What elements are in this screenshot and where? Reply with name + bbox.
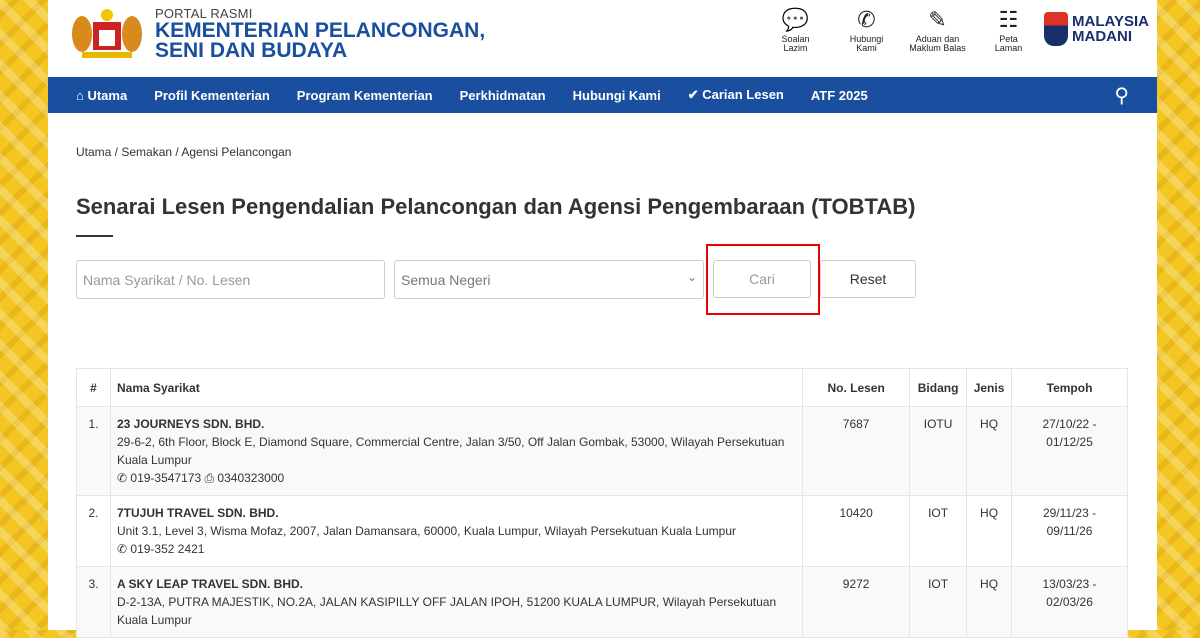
nav-item[interactable]: Hubungi Kami: [573, 88, 661, 103]
phone-number: 019-352 2421: [130, 542, 204, 556]
company-address: Unit 3.1, Level 3, Wisma Mofaz, 2007, Ja…: [117, 522, 796, 540]
period: 13/03/23 -02/03/26: [1012, 567, 1128, 638]
license-number: 10420: [803, 496, 910, 567]
nav-item[interactable]: Profil Kementerian: [154, 88, 270, 103]
phone-icon: ✆: [117, 471, 127, 485]
period-start: 13/03/23 -: [1018, 575, 1121, 593]
row-number: 2.: [77, 496, 111, 567]
fax-number: 0340323000: [217, 471, 284, 485]
coat-of-arms-logo: [68, 6, 146, 62]
type: HQ: [967, 567, 1012, 638]
nav-item[interactable]: ATF 2025: [811, 88, 868, 103]
fax-icon: ⎙: [204, 471, 214, 485]
field: IOT: [910, 567, 967, 638]
company-cell: A SKY LEAP TRAVEL SDN. BHD.D-2-13A, PUTR…: [110, 567, 802, 638]
page-title: Senarai Lesen Pengendalian Pelancongan d…: [76, 194, 915, 220]
period: 27/10/22 -01/12/25: [1012, 407, 1128, 496]
nav-item[interactable]: ⌂ Utama: [76, 88, 127, 103]
column-header[interactable]: Jenis: [967, 369, 1012, 407]
malaysia-madani-logo: MALAYSIAMADANI: [1044, 12, 1149, 46]
period-end: 01/12/25: [1018, 433, 1121, 451]
table-row: 1.23 JOURNEYS SDN. BHD.29-6-2, 6th Floor…: [77, 407, 1128, 496]
type: HQ: [967, 407, 1012, 496]
ministry-brand[interactable]: PORTAL RASMI KEMENTERIAN PELANCONGAN, SE…: [155, 6, 485, 61]
cari-button[interactable]: Cari: [713, 260, 811, 298]
state-select-value: Semua Negeri: [401, 272, 491, 288]
nav-item[interactable]: Program Kementerian: [297, 88, 433, 103]
page: PORTAL RASMI KEMENTERIAN PELANCONGAN, SE…: [48, 0, 1157, 630]
phone-icon: ✆: [831, 5, 902, 35]
quick-link-label: Maklum Balas: [902, 44, 973, 53]
company-cell: 7TUJUH TRAVEL SDN. BHD.Unit 3.1, Level 3…: [110, 496, 802, 567]
phone-icon: ✆: [117, 542, 127, 556]
period-end: 02/03/26: [1018, 593, 1121, 611]
title-divider: [76, 235, 113, 237]
column-header[interactable]: Nama Syarikat: [110, 369, 802, 407]
type: HQ: [967, 496, 1012, 567]
table-row: 3.A SKY LEAP TRAVEL SDN. BHD.D-2-13A, PU…: [77, 567, 1128, 638]
search-icon[interactable]: ⚲: [1114, 83, 1129, 108]
contact-line: ✆ 019-352 2421: [117, 540, 796, 558]
breadcrumb: Utama / Semakan / Agensi Pelancongan: [76, 145, 291, 159]
license-number: 7687: [803, 407, 910, 496]
column-header[interactable]: #: [77, 369, 111, 407]
reset-button[interactable]: Reset: [820, 260, 916, 298]
field: IOTU: [910, 407, 967, 496]
contact-line: ✆ 019-3547173 ⎙ 0340323000: [117, 469, 796, 487]
column-header[interactable]: No. Lesen: [803, 369, 910, 407]
quick-link[interactable]: ☷PetaLaman: [973, 5, 1044, 53]
ministry-name-2: SENI DAN BUDAYA: [155, 41, 485, 61]
row-number: 3.: [77, 567, 111, 638]
chevron-down-icon: ⌄: [687, 270, 697, 284]
quick-link[interactable]: ✆HubungiKami: [831, 5, 902, 53]
field: IOT: [910, 496, 967, 567]
quick-link[interactable]: ✎Aduan danMaklum Balas: [902, 5, 973, 53]
company-name: A SKY LEAP TRAVEL SDN. BHD.: [117, 575, 796, 593]
phone-number: 019-3547173: [130, 471, 201, 485]
company-cell: 23 JOURNEYS SDN. BHD.29-6-2, 6th Floor, …: [110, 407, 802, 496]
period-start: 29/11/23 -: [1018, 504, 1121, 522]
license-number: 9272: [803, 567, 910, 638]
ministry-name-1: KEMENTERIAN PELANCONGAN,: [155, 21, 485, 41]
company-name: 7TUJUH TRAVEL SDN. BHD.: [117, 504, 796, 522]
madani-text-2: MADANI: [1072, 29, 1149, 44]
feedback-icon: ✎: [902, 5, 973, 35]
company-search-input[interactable]: Nama Syarikat / No. Lesen: [76, 260, 385, 299]
row-number: 1.: [77, 407, 111, 496]
column-header[interactable]: Tempoh: [1012, 369, 1128, 407]
quick-link-label: Lazim: [760, 44, 831, 53]
company-name: 23 JOURNEYS SDN. BHD.: [117, 415, 796, 433]
nav-item[interactable]: ✔ Carian Lesen: [688, 87, 784, 103]
company-address: 29-6-2, 6th Floor, Block E, Diamond Squa…: [117, 433, 796, 469]
main-nav: ⚲ ⌂ Utama Profil Kementerian Program Kement…: [48, 77, 1157, 113]
column-header[interactable]: Bidang: [910, 369, 967, 407]
sitemap-icon: ☷: [973, 5, 1044, 35]
company-address: D-2-13A, PUTRA MAJESTIK, NO.2A, JALAN KA…: [117, 593, 796, 629]
period-start: 27/10/22 -: [1018, 415, 1121, 433]
quick-link-label: Kami: [831, 44, 902, 53]
quick-link-label: Laman: [973, 44, 1044, 53]
state-select[interactable]: Semua Negeri ⌄: [394, 260, 704, 299]
table-row: 2.7TUJUH TRAVEL SDN. BHD.Unit 3.1, Level…: [77, 496, 1128, 567]
license-table: #Nama SyarikatNo. LesenBidangJenisTempoh…: [76, 368, 1128, 638]
period: 29/11/23 -09/11/26: [1012, 496, 1128, 567]
madani-text-1: MALAYSIA: [1072, 14, 1149, 29]
faq-icon: 💬: [760, 5, 831, 35]
quick-link[interactable]: 💬SoalanLazim: [760, 5, 831, 53]
period-end: 09/11/26: [1018, 522, 1121, 540]
nav-item[interactable]: Perkhidmatan: [460, 88, 546, 103]
